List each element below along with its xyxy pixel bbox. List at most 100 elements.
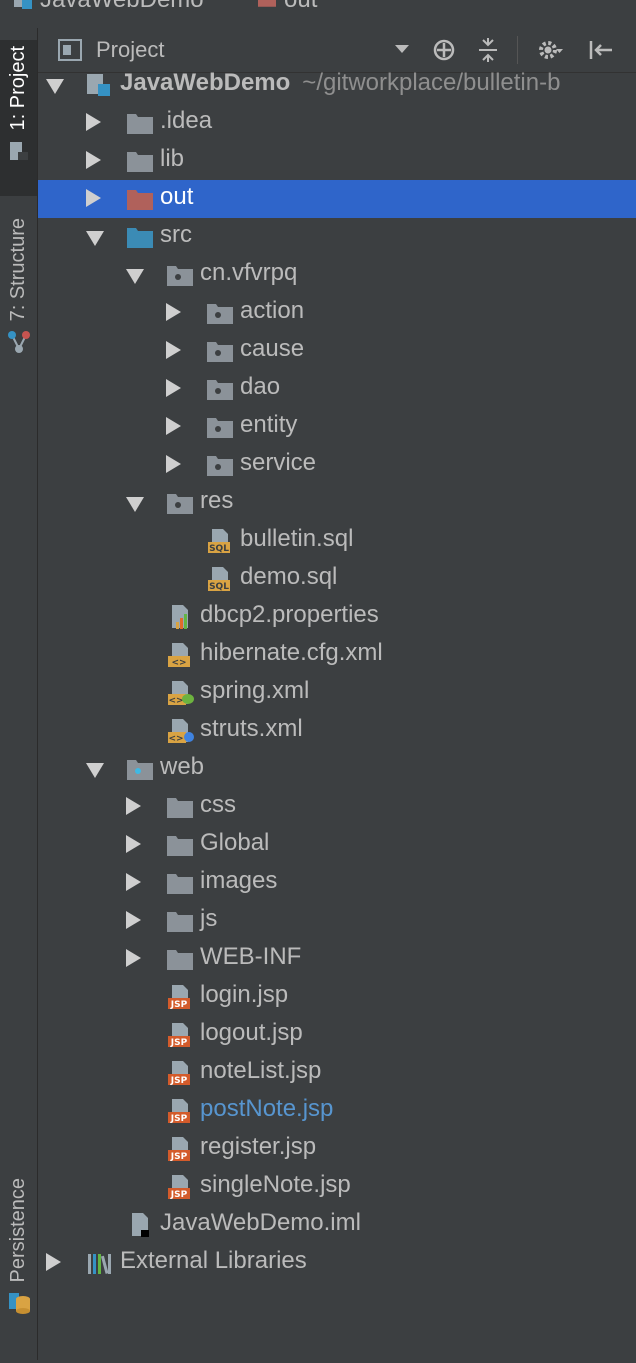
project-panel: Project JavaWebDemo ~/gitworkplace/bullet… xyxy=(38,28,636,1360)
tab-persistence[interactable]: Persistence xyxy=(0,1178,37,1363)
project-icon xyxy=(9,142,28,161)
expand-arrow-right-icon[interactable] xyxy=(86,189,101,207)
package-icon xyxy=(207,342,233,362)
tree-node-label: entity xyxy=(240,411,297,439)
tree-node-label: postNote.jsp xyxy=(200,1095,333,1123)
expand-arrow-right-icon[interactable] xyxy=(86,113,101,131)
tree-node-name: register.jsp xyxy=(200,1133,317,1160)
package-icon xyxy=(207,380,233,400)
tree-node-global[interactable]: Global xyxy=(38,826,636,864)
expand-arrow-right-icon[interactable] xyxy=(126,873,141,891)
tree-node-struts-xml[interactable]: <> struts.xml xyxy=(38,712,636,750)
tree-node-bulletin-sql[interactable]: SQL bulletin.sql xyxy=(38,522,636,560)
scroll-from-source-button[interactable] xyxy=(430,36,458,64)
tree-node-entity[interactable]: entity xyxy=(38,408,636,446)
expand-arrow-down-icon[interactable] xyxy=(46,79,64,94)
tree-node-name: spring.xml xyxy=(200,677,310,704)
tree-node-idea[interactable]: .idea xyxy=(38,104,636,142)
tree-node-javawebdemo-iml[interactable]: JavaWebDemo.iml xyxy=(38,1206,636,1244)
breadcrumb-item-out[interactable]: out xyxy=(258,0,317,14)
tree-node-path: ~/gitworkplace/bulletin-b xyxy=(302,69,561,96)
panel-title: Project xyxy=(96,37,165,62)
expand-arrow-right-icon[interactable] xyxy=(126,911,141,929)
tree-node-lib[interactable]: lib xyxy=(38,142,636,180)
expand-arrow-right-icon[interactable] xyxy=(166,303,181,321)
tree-node-name: dao xyxy=(240,373,281,400)
tree-node-singlenote-jsp[interactable]: JSP singleNote.jsp xyxy=(38,1168,636,1206)
tree-node-web[interactable]: web xyxy=(38,750,636,788)
tab-project[interactable]: 1: Project xyxy=(0,40,37,196)
expand-arrow-right-icon[interactable] xyxy=(46,1253,61,1271)
tree-node-label: JavaWebDemo ~/gitworkplace/bulletin-b xyxy=(120,69,560,97)
tree-node-register-jsp[interactable]: JSP register.jsp xyxy=(38,1130,636,1168)
tree-node-js[interactable]: js xyxy=(38,902,636,940)
hide-panel-button[interactable] xyxy=(586,36,616,64)
folder-icon xyxy=(127,152,153,172)
tree-node-label: struts.xml xyxy=(200,715,303,743)
expand-arrow-right-icon[interactable] xyxy=(126,797,141,815)
expand-arrow-down-icon[interactable] xyxy=(126,269,144,284)
tree-node-cn-vfvrpq[interactable]: cn.vfvrpq xyxy=(38,256,636,294)
tree-node-name: src xyxy=(160,221,192,248)
tree-node-postnote-jsp[interactable]: JSP postNote.jsp xyxy=(38,1092,636,1130)
tree-node-dao[interactable]: dao xyxy=(38,370,636,408)
tree-node-label: JavaWebDemo.iml xyxy=(160,1209,361,1237)
tree-node-login-jsp[interactable]: JSP login.jsp xyxy=(38,978,636,1016)
project-view-icon[interactable] xyxy=(58,39,82,61)
expand-arrow-right-icon[interactable] xyxy=(166,341,181,359)
sql-file-icon: SQL xyxy=(208,567,230,592)
tree-node-out[interactable]: out xyxy=(38,180,636,218)
tree-node-res[interactable]: res xyxy=(38,484,636,522)
folder-icon xyxy=(167,874,193,894)
expand-arrow-down-icon[interactable] xyxy=(86,231,104,246)
breadcrumb-label: out xyxy=(284,0,317,14)
hide-icon xyxy=(589,41,612,59)
expand-arrow-down-icon[interactable] xyxy=(126,497,144,512)
tree-node-cause[interactable]: cause xyxy=(38,332,636,370)
tree-node-name: postNote.jsp xyxy=(200,1095,334,1122)
tree-node-web-inf[interactable]: WEB-INF xyxy=(38,940,636,978)
tree-node-external-libraries[interactable]: External Libraries xyxy=(38,1244,636,1282)
view-dropdown-button[interactable] xyxy=(392,36,412,64)
spring-xml-file-icon: <> xyxy=(168,681,194,706)
package-icon xyxy=(167,494,193,514)
expand-arrow-right-icon[interactable] xyxy=(166,379,181,397)
properties-file-icon xyxy=(172,605,188,629)
folder-icon xyxy=(167,798,193,818)
expand-arrow-down-icon[interactable] xyxy=(86,763,104,778)
tree-node-name: JavaWebDemo.iml xyxy=(160,1209,361,1236)
tree-node-dbcp2-properties[interactable]: dbcp2.properties xyxy=(38,598,636,636)
tab-structure[interactable]: 7: Structure xyxy=(0,218,37,378)
tree-node-service[interactable]: service xyxy=(38,446,636,484)
tree-node-name: action xyxy=(240,297,305,324)
tree-node-action[interactable]: action xyxy=(38,294,636,332)
breadcrumb-item-project[interactable]: JavaWebDemo xyxy=(14,0,204,14)
tree-node-name: js xyxy=(200,905,218,932)
tree-node-spring-xml[interactable]: <> spring.xml xyxy=(38,674,636,712)
tree-node-images[interactable]: images xyxy=(38,864,636,902)
database-icon xyxy=(8,1292,30,1314)
expand-arrow-right-icon[interactable] xyxy=(166,417,181,435)
tree-node-src[interactable]: src xyxy=(38,218,636,256)
jsp-file-icon: JSP xyxy=(168,1137,190,1162)
structure-icon xyxy=(7,331,30,354)
expand-arrow-right-icon[interactable] xyxy=(86,151,101,169)
tree-node-name: External Libraries xyxy=(120,1247,307,1274)
expand-arrow-right-icon[interactable] xyxy=(126,835,141,853)
module-icon xyxy=(14,0,32,9)
svg-text:<>: <> xyxy=(168,734,183,744)
tree-node-javawebdemo[interactable]: JavaWebDemo ~/gitworkplace/bulletin-b xyxy=(38,66,636,104)
tree-node-notelist-jsp[interactable]: JSP noteList.jsp xyxy=(38,1054,636,1092)
tree-node-name: images xyxy=(200,867,278,894)
settings-button[interactable] xyxy=(530,36,570,64)
collapse-all-button[interactable] xyxy=(474,36,502,64)
tree-node-name: demo.sql xyxy=(240,563,338,590)
tree-node-hibernate-cfg-xml[interactable]: <> hibernate.cfg.xml xyxy=(38,636,636,674)
tree-node-logout-jsp[interactable]: JSP logout.jsp xyxy=(38,1016,636,1054)
tree-node-css[interactable]: css xyxy=(38,788,636,826)
expand-arrow-right-icon[interactable] xyxy=(126,949,141,967)
tree-node-demo-sql[interactable]: SQL demo.sql xyxy=(38,560,636,598)
module-icon xyxy=(87,74,110,96)
expand-arrow-right-icon[interactable] xyxy=(166,455,181,473)
xml-file-icon: <> xyxy=(168,643,190,668)
